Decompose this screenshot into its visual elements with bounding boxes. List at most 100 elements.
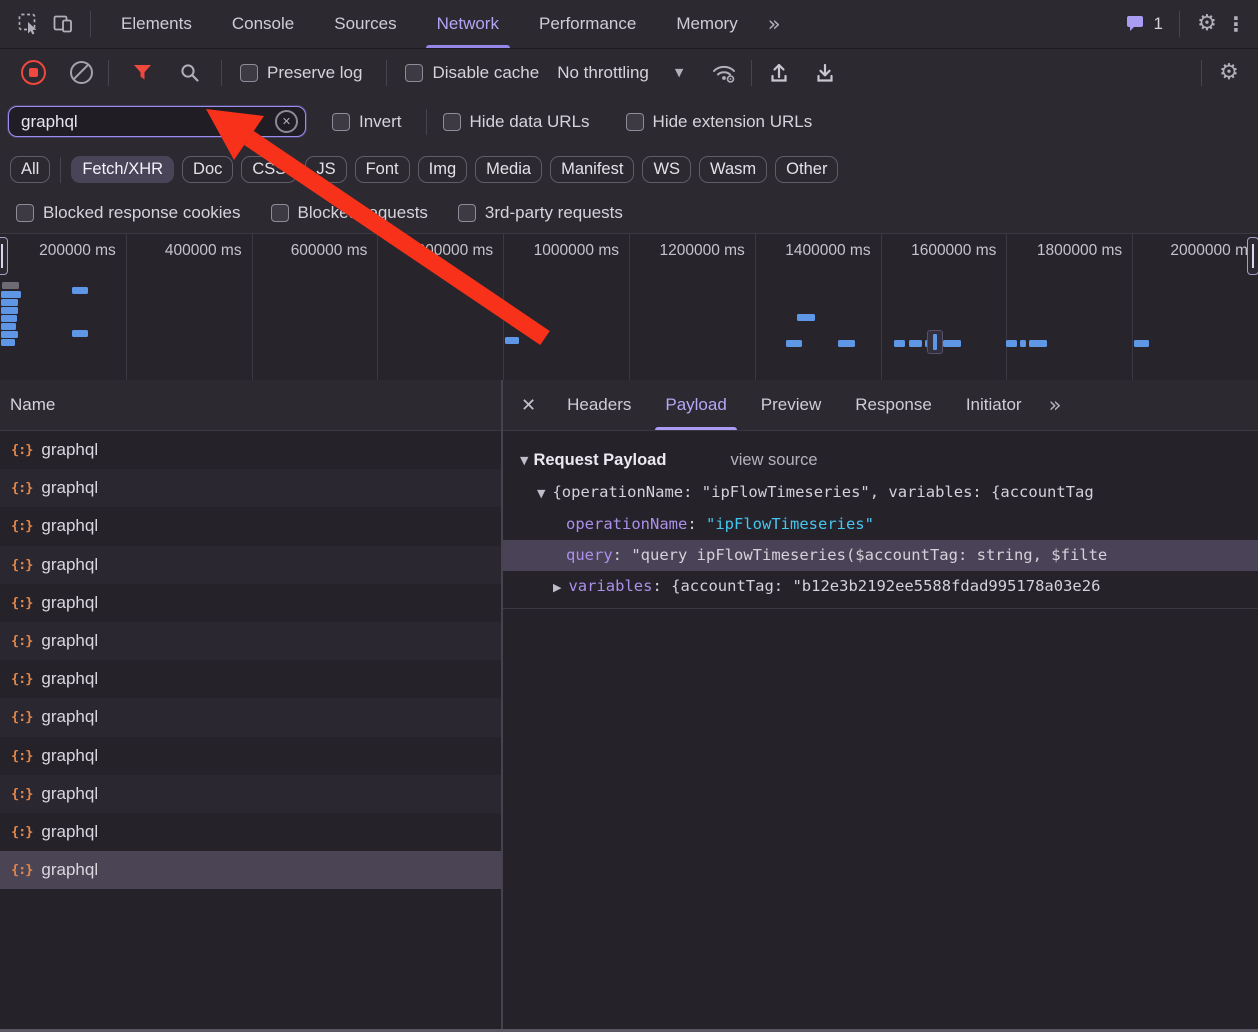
- throttling-dropdown[interactable]: No throttling ▼: [557, 63, 683, 83]
- main-tabs: Elements Console Sources Network Performance…: [101, 0, 758, 48]
- request-row[interactable]: {:} graphql: [0, 851, 501, 890]
- request-row[interactable]: {:} graphql: [0, 660, 501, 698]
- request-row[interactable]: {:} graphql: [0, 507, 501, 545]
- waterfall-bar: [1006, 340, 1017, 347]
- payload-row-query[interactable]: query: "query ipFlowTimeseries($accountT…: [503, 540, 1258, 571]
- request-row[interactable]: {:} graphql: [0, 813, 501, 851]
- filter-input-box[interactable]: ✕: [8, 106, 306, 137]
- detail-tab-preview[interactable]: Preview: [744, 380, 838, 430]
- payload-row-operationName[interactable]: operationName: "ipFlowTimeseries": [503, 509, 1258, 540]
- name-column-header[interactable]: Name: [0, 380, 501, 431]
- expander-closed-icon[interactable]: ▶: [553, 581, 561, 594]
- export-har-icon[interactable]: [808, 56, 842, 90]
- timeline-tick-label: 200000 ms: [39, 242, 116, 259]
- payload-preview-text: {operationName: "ipFlowTimeseries", vari…: [552, 483, 1094, 501]
- chip-wasm[interactable]: Wasm: [699, 156, 768, 183]
- timeline-column: 800000 ms: [377, 234, 505, 380]
- blocked-response-cookies-checkbox[interactable]: Blocked response cookies: [16, 203, 241, 223]
- chip-js[interactable]: JS: [305, 156, 347, 183]
- request-row[interactable]: {:} graphql: [0, 545, 501, 584]
- network-conditions-icon[interactable]: [707, 56, 741, 90]
- checkbox[interactable]: [625, 112, 644, 131]
- divider: [1179, 11, 1180, 37]
- kebab-menu-icon[interactable]: ⋮: [1224, 7, 1248, 41]
- invert-checkbox[interactable]: Invert: [332, 112, 402, 132]
- chip-manifest[interactable]: Manifest: [550, 156, 635, 183]
- checkbox[interactable]: [405, 63, 424, 82]
- detail-more-tabs-icon[interactable]: »: [1039, 393, 1069, 417]
- network-overview-timeline[interactable]: 200000 ms 400000 ms 600000 ms 800000 ms 1000…: [0, 233, 1258, 381]
- device-toolbar-icon[interactable]: [46, 7, 80, 41]
- checkbox[interactable]: [240, 63, 258, 82]
- detail-tab-initiator[interactable]: Initiator: [949, 380, 1039, 430]
- issues-icon[interactable]: [1124, 7, 1148, 41]
- request-row[interactable]: {:} graphql: [0, 431, 501, 469]
- detail-tab-response[interactable]: Response: [838, 380, 949, 430]
- waterfall-bar: [894, 340, 905, 347]
- checkbox[interactable]: [332, 112, 350, 131]
- hide-data-urls-checkbox[interactable]: Hide data URLs: [442, 112, 590, 132]
- 3rd-party-requests-checkbox[interactable]: 3rd-party requests: [457, 203, 623, 223]
- section-divider: [503, 608, 1258, 609]
- tabbar-right: 1 ⚙ ⋮: [1124, 7, 1258, 41]
- checkbox[interactable]: [457, 204, 476, 222]
- request-row[interactable]: {:} graphql: [0, 584, 501, 622]
- clear-network-log-icon[interactable]: [64, 56, 98, 90]
- chip-fetch-xhr[interactable]: Fetch/XHR: [71, 156, 175, 183]
- request-row[interactable]: {:} graphql: [0, 469, 501, 508]
- request-payload-section[interactable]: ▼ Request Payload view source: [503, 444, 1258, 476]
- filter-input[interactable]: [9, 111, 275, 132]
- timeline-tick-label: 800000 ms: [416, 242, 494, 259]
- tab-network[interactable]: Network: [417, 0, 519, 48]
- settings-gear-icon[interactable]: ⚙: [1190, 7, 1224, 41]
- checkbox[interactable]: [16, 204, 34, 222]
- json-request-icon: {:}: [11, 518, 33, 535]
- payload-preview-row[interactable]: ▼ {operationName: "ipFlowTimeseries", var…: [503, 476, 1258, 509]
- chip-ws[interactable]: WS: [642, 156, 692, 183]
- import-har-icon[interactable]: [762, 56, 796, 90]
- hide-extension-urls-checkbox[interactable]: Hide extension URLs: [625, 112, 812, 132]
- network-settings-gear-icon[interactable]: ⚙: [1212, 56, 1246, 90]
- chip-doc[interactable]: Doc: [182, 156, 234, 183]
- tab-performance[interactable]: Performance: [519, 0, 656, 48]
- chip-css[interactable]: CSS: [241, 156, 298, 183]
- detail-tab-headers[interactable]: Headers: [550, 380, 648, 430]
- tab-elements[interactable]: Elements: [101, 0, 212, 48]
- divider: [386, 59, 388, 86]
- more-tabs-icon[interactable]: »: [758, 12, 788, 36]
- record-network-log-icon[interactable]: [16, 56, 50, 90]
- inspect-element-icon[interactable]: [12, 7, 46, 41]
- request-row[interactable]: {:} graphql: [0, 737, 501, 775]
- chip-media[interactable]: Media: [475, 156, 543, 183]
- detail-tab-payload[interactable]: Payload: [648, 380, 743, 430]
- clear-filter-icon[interactable]: ✕: [275, 110, 298, 133]
- request-row[interactable]: {:} graphql: [0, 698, 501, 737]
- filter-funnel-icon[interactable]: [125, 56, 159, 90]
- search-icon[interactable]: [173, 56, 207, 90]
- tab-memory[interactable]: Memory: [656, 0, 757, 48]
- view-source-link[interactable]: view source: [730, 451, 817, 470]
- blocked-requests-checkbox[interactable]: Blocked requests: [270, 203, 428, 223]
- tab-console[interactable]: Console: [212, 0, 314, 48]
- payload-row-variables[interactable]: ▶ variables: {accountTag: "b12e3b2192ee55…: [503, 571, 1258, 602]
- checkbox[interactable]: [270, 204, 289, 222]
- tab-sources[interactable]: Sources: [314, 0, 416, 48]
- close-detail-icon[interactable]: ✕: [503, 395, 550, 416]
- preserve-log-checkbox[interactable]: Preserve log: [240, 63, 362, 83]
- chip-other[interactable]: Other: [775, 156, 839, 183]
- overview-right-grip[interactable]: [1247, 237, 1258, 275]
- request-row[interactable]: {:} graphql: [0, 621, 501, 661]
- disable-cache-checkbox[interactable]: Disable cache: [405, 63, 539, 83]
- issues-count[interactable]: 1: [1154, 14, 1163, 34]
- timeline-tick-label: 1200000 ms: [659, 242, 745, 259]
- detail-tabs: Headers Payload Preview Response Initiator: [550, 380, 1038, 430]
- collapse-triangle-icon[interactable]: ▼: [520, 454, 528, 467]
- chip-all[interactable]: All: [10, 156, 51, 183]
- overview-left-grip[interactable]: [0, 237, 8, 275]
- payload-punct: :: [612, 546, 632, 564]
- request-row[interactable]: {:} graphql: [0, 774, 501, 813]
- chip-font[interactable]: Font: [354, 156, 410, 183]
- expander-open-icon[interactable]: ▼: [537, 487, 545, 500]
- chip-img[interactable]: Img: [417, 156, 468, 183]
- checkbox[interactable]: [442, 112, 461, 131]
